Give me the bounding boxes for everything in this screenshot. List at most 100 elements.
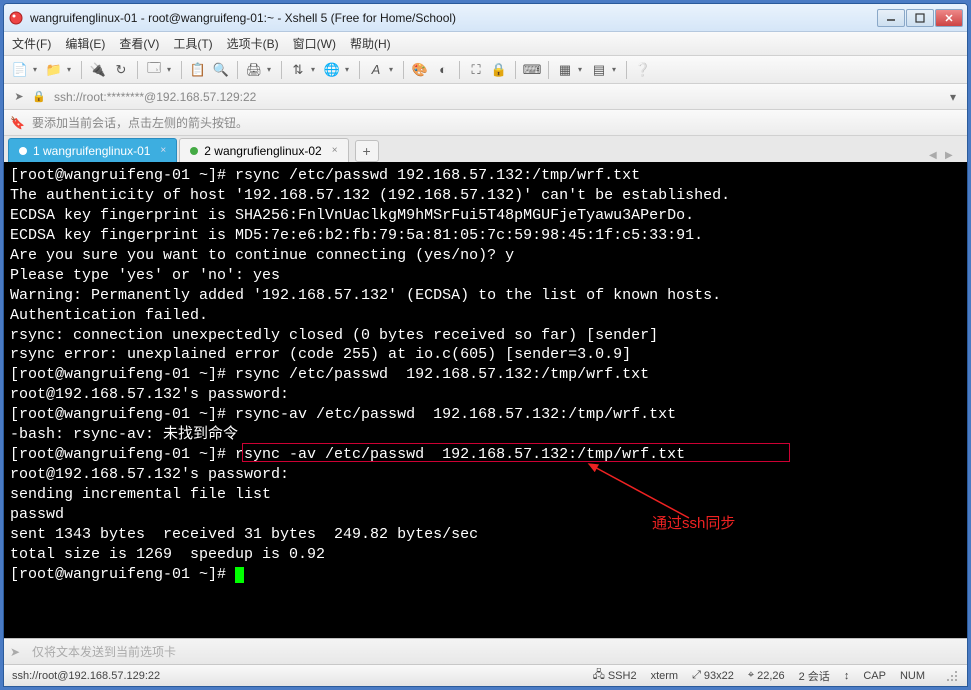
terminal-line: [root@wangruifeng-01 ~]# rsync-av /etc/p… <box>10 405 961 425</box>
terminal-line: ECDSA key fingerprint is SHA256:FnlVnUac… <box>10 206 961 226</box>
status-dot-icon <box>19 147 27 155</box>
menu-tab[interactable]: 选项卡(B) <box>227 35 279 52</box>
arrow-icon[interactable]: ➤ <box>10 88 28 106</box>
transfer-icon[interactable]: ⇅ <box>288 60 308 80</box>
terminal-line: Please type 'yes' or 'no': yes <box>10 266 961 286</box>
dropdown-icon[interactable]: ▾ <box>33 65 41 74</box>
copy-icon[interactable]: 📋 <box>188 60 208 80</box>
menu-file[interactable]: 文件(F) <box>12 35 51 52</box>
tile-icon[interactable]: ▤ <box>589 60 609 80</box>
terminal-line: rsync: connection unexpectedly closed (0… <box>10 326 961 346</box>
status-connection: ssh://root@192.168.57.129:22 <box>12 670 579 682</box>
menu-view[interactable]: 查看(V) <box>119 35 159 52</box>
font-icon[interactable]: A <box>366 60 386 80</box>
tab-next-icon[interactable]: ▶ <box>945 148 959 162</box>
tab-close-icon[interactable]: × <box>332 145 338 156</box>
lock-small-icon: 🔒 <box>30 88 48 106</box>
address-dropdown-icon[interactable]: ▾ <box>945 90 961 104</box>
theme-icon[interactable]: ◐ <box>433 60 453 80</box>
terminal-line: Warning: Permanently added '192.168.57.1… <box>10 286 961 306</box>
address-text[interactable]: ssh://root:********@192.168.57.129:22 <box>50 88 945 106</box>
globe-icon[interactable]: 🌐 <box>322 60 342 80</box>
dropdown-icon[interactable]: ▾ <box>311 65 319 74</box>
status-dot-icon <box>190 147 198 155</box>
connect-icon[interactable]: 🔌 <box>88 60 108 80</box>
minimize-button[interactable] <box>877 9 905 27</box>
dropdown-icon[interactable]: ▾ <box>612 65 620 74</box>
layout-icon[interactable]: ▦ <box>555 60 575 80</box>
hintbar: 🔖 要添加当前会话，点击左侧的箭头按钮。 <box>4 110 967 136</box>
tab-label: 2 wangrufienglinux-02 <box>204 144 321 158</box>
cursor-icon <box>235 567 244 583</box>
tab-close-icon[interactable]: × <box>160 145 166 156</box>
status-cap: CAP <box>863 670 886 682</box>
input-placeholder: 仅将文本发送到当前选项卡 <box>32 643 176 660</box>
new-session-icon[interactable]: 📄 <box>10 60 30 80</box>
print-icon[interactable]: 🖨 <box>244 60 264 80</box>
terminal-line: sending incremental file list <box>10 485 961 505</box>
terminal-line: [root@wangruifeng-01 ~]# <box>10 565 961 585</box>
dropdown-icon[interactable]: ▾ <box>389 65 397 74</box>
terminal-line: rsync error: unexplained error (code 255… <box>10 345 961 365</box>
tab-label: 1 wangruifenglinux-01 <box>33 144 150 158</box>
maximize-button[interactable] <box>906 9 934 27</box>
terminal-line: ECDSA key fingerprint is MD5:7e:e6:b2:fb… <box>10 226 961 246</box>
status-sessions: 2 会话 <box>799 668 830 684</box>
status-term: xterm <box>651 670 679 682</box>
status-pos: ⌖ 22,26 <box>748 669 785 682</box>
dropdown-icon[interactable]: ▾ <box>267 65 275 74</box>
add-tab-button[interactable]: + <box>355 140 379 162</box>
toolbar: 📄▾ 📁▾ 🔌 ↻ 🗔▾ 📋 🔍 🖨▾ ⇅▾ 🌐▾ A▾ 🎨 ◐ ⛶ 🔒 ⌨ ▦… <box>4 56 967 84</box>
status-size: ⤢ 93x22 <box>692 669 734 682</box>
terminal[interactable]: [root@wangruifeng-01 ~]# rsync /etc/pass… <box>4 162 967 638</box>
terminal-line: Authentication failed. <box>10 306 961 326</box>
menu-window[interactable]: 窗口(W) <box>293 35 336 52</box>
status-updown-icon: ↕ <box>844 670 850 682</box>
terminal-line: -bash: rsync-av: 未找到命令 <box>10 425 961 445</box>
open-folder-icon[interactable]: 📁 <box>44 60 64 80</box>
terminal-line: [root@wangruifeng-01 ~]# rsync /etc/pass… <box>10 365 961 385</box>
lock-icon[interactable]: 🔒 <box>489 60 509 80</box>
properties-icon[interactable]: 🗔 <box>144 60 164 80</box>
terminal-line: The authenticity of host '192.168.57.132… <box>10 186 961 206</box>
status-num: NUM <box>900 670 925 682</box>
close-button[interactable] <box>935 9 963 27</box>
bookmark-icon[interactable]: 🔖 <box>10 116 28 130</box>
menu-tools[interactable]: 工具(T) <box>173 35 212 52</box>
addressbar: ➤ 🔒 ssh://root:********@192.168.57.129:2… <box>4 84 967 110</box>
terminal-line: total size is 1269 speedup is 0.92 <box>10 545 961 565</box>
terminal-line: root@192.168.57.132's password: <box>10 385 961 405</box>
send-icon[interactable]: ➤ <box>10 645 28 659</box>
window-title: wangruifenglinux-01 - root@wangruifeng-0… <box>30 11 877 25</box>
menubar: 文件(F) 编辑(E) 查看(V) 工具(T) 选项卡(B) 窗口(W) 帮助(… <box>4 32 967 56</box>
terminal-line: passwd <box>10 505 961 525</box>
color-icon[interactable]: 🎨 <box>410 60 430 80</box>
resize-grip-icon[interactable] <box>945 669 959 683</box>
keyboard-icon[interactable]: ⌨ <box>522 60 542 80</box>
fullscreen-icon[interactable]: ⛶ <box>466 60 486 80</box>
search-icon[interactable]: 🔍 <box>211 60 231 80</box>
menu-edit[interactable]: 编辑(E) <box>65 35 105 52</box>
app-window: wangruifenglinux-01 - root@wangruifeng-0… <box>3 3 968 687</box>
titlebar[interactable]: wangruifenglinux-01 - root@wangruifeng-0… <box>4 4 967 32</box>
statusbar: ssh://root@192.168.57.129:22 🖧 SSH2 xter… <box>4 664 967 686</box>
inputbar[interactable]: ➤ 仅将文本发送到当前选项卡 <box>4 638 967 664</box>
terminal-line: root@192.168.57.132's password: <box>10 465 961 485</box>
app-icon <box>8 10 24 26</box>
terminal-line: [root@wangruifeng-01 ~]# rsync /etc/pass… <box>10 166 961 186</box>
tab-prev-icon[interactable]: ◀ <box>929 148 943 162</box>
terminal-line: [root@wangruifeng-01 ~]# rsync -av /etc/… <box>10 445 961 465</box>
help-icon[interactable]: ❔ <box>633 60 653 80</box>
menu-help[interactable]: 帮助(H) <box>350 35 391 52</box>
tab-session-2[interactable]: 2 wangrufienglinux-02 × <box>179 138 348 162</box>
status-protocol: 🖧 SSH2 <box>593 666 637 685</box>
dropdown-icon[interactable]: ▾ <box>578 65 586 74</box>
window-controls <box>877 9 963 27</box>
reconnect-icon[interactable]: ↻ <box>111 60 131 80</box>
dropdown-icon[interactable]: ▾ <box>67 65 75 74</box>
tab-session-1[interactable]: 1 wangruifenglinux-01 × <box>8 138 177 162</box>
hint-text: 要添加当前会话，点击左侧的箭头按钮。 <box>32 114 248 131</box>
dropdown-icon[interactable]: ▾ <box>167 65 175 74</box>
dropdown-icon[interactable]: ▾ <box>345 65 353 74</box>
terminal-line: sent 1343 bytes received 31 bytes 249.82… <box>10 525 961 545</box>
